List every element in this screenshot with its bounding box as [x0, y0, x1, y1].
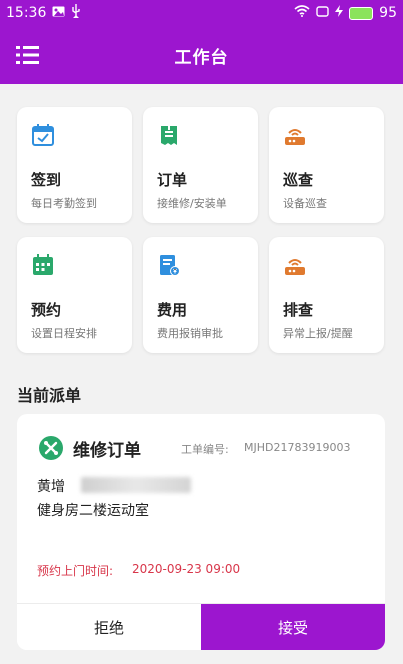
router-icon [283, 253, 307, 277]
page-title: 工作台 [174, 48, 229, 68]
wrench-icon [39, 436, 63, 460]
tile-label: 预约 [31, 301, 62, 319]
accept-button[interactable]: 接受 [201, 604, 385, 650]
rotate-icon [316, 5, 329, 21]
tile-label: 签到 [31, 171, 62, 189]
expense-icon [157, 253, 181, 277]
order-card: 维修订单 工单编号: MJHD21783919003 黄增 健身房二楼运动室 预… [17, 414, 385, 650]
status-left: 15:36 [6, 4, 81, 22]
order-number-label: 工单编号: [181, 443, 229, 456]
tile-sub: 费用报销审批 [157, 327, 223, 340]
tile-sub: 接维修/安装单 [157, 197, 227, 210]
calendar-icon [31, 253, 55, 277]
battery-level: 95 [379, 5, 397, 21]
tile-expense[interactable]: 费用 费用报销审批 [143, 237, 258, 353]
calendar-check-icon [31, 123, 55, 147]
tile-sub: 设备巡查 [283, 197, 327, 210]
appointment-time: 2020-09-23 09:00 [132, 562, 241, 576]
tile-label: 排查 [283, 301, 314, 319]
tile-sub: 设置日程安排 [31, 327, 97, 340]
charging-icon [335, 5, 344, 21]
usb-icon [71, 4, 81, 22]
tile-orders[interactable]: 订单 接维修/安装单 [143, 107, 258, 223]
app-header: 工作台 [0, 26, 403, 84]
section-title: 当前派单 [17, 386, 82, 405]
image-icon [52, 5, 65, 21]
customer-name: 黄增 [37, 479, 65, 495]
reject-button[interactable]: 拒绝 [17, 604, 201, 650]
tile-troubleshoot[interactable]: 排查 异常上报/提醒 [269, 237, 384, 353]
tile-label: 巡查 [283, 171, 314, 189]
order-number: MJHD21783919003 [244, 441, 351, 454]
appointment-label: 预约上门时间: [37, 564, 114, 578]
status-bar: 15:36 95 [0, 0, 403, 26]
tile-sub: 异常上报/提醒 [283, 327, 353, 340]
customer-phone-redacted [81, 477, 191, 493]
battery-icon [349, 6, 374, 20]
tile-label: 订单 [157, 171, 188, 189]
order-actions: 拒绝 接受 [17, 603, 385, 650]
status-right: 95 [294, 5, 397, 21]
service-location: 健身房二楼运动室 [37, 503, 149, 519]
tile-checkin[interactable]: 签到 每日考勤签到 [17, 107, 132, 223]
tile-appointment[interactable]: 预约 设置日程安排 [17, 237, 132, 353]
tile-inspect[interactable]: 巡查 设备巡查 [269, 107, 384, 223]
wifi-icon [294, 5, 310, 21]
tile-label: 费用 [157, 301, 188, 319]
order-icon [157, 123, 181, 147]
order-title: 维修订单 [73, 441, 141, 461]
tile-sub: 每日考勤签到 [31, 197, 97, 210]
router-icon [283, 123, 307, 147]
status-time: 15:36 [6, 5, 47, 21]
